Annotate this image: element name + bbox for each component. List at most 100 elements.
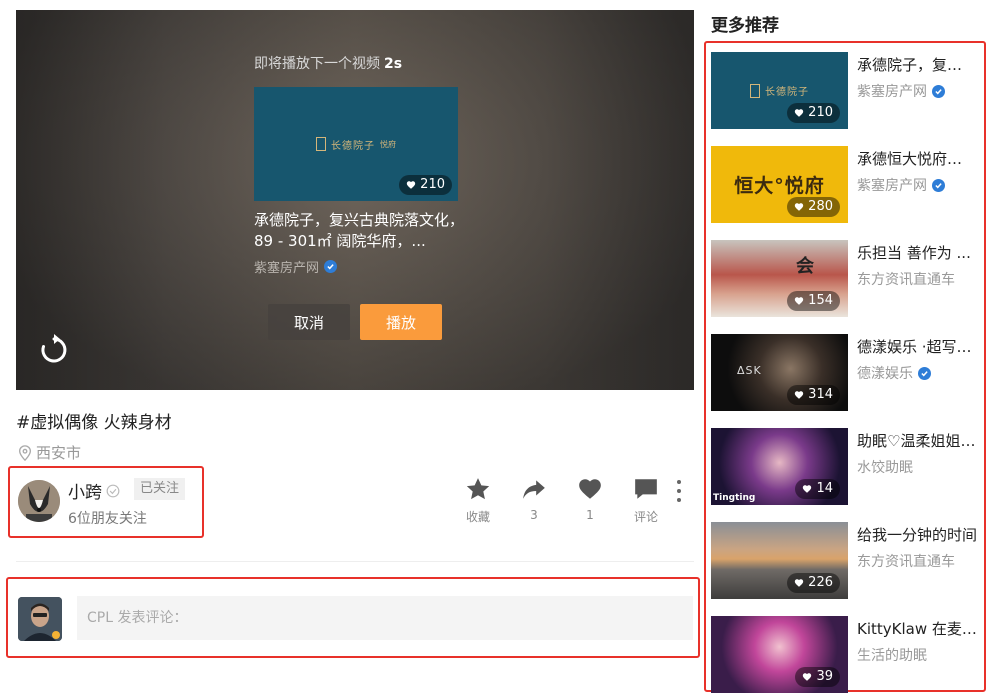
seal-icon	[750, 83, 760, 98]
comment-section	[6, 577, 700, 658]
likes-badge: 14	[795, 479, 840, 499]
recommend-thumbnail[interactable]: 长德院子 210	[711, 52, 848, 129]
more-menu-icon[interactable]	[672, 478, 686, 504]
recommend-author[interactable]: 水饺助眠	[857, 457, 913, 477]
recommend-item[interactable]: 39 KittyKlaw 在麦克风前 生活的助眠	[711, 616, 981, 694]
recommend-item[interactable]: Tingting 14 助眠♡温柔姐姐哄睡 水饺助眠	[711, 428, 981, 506]
next-video-author[interactable]: 紫塞房产网	[254, 257, 474, 276]
recommend-thumbnail[interactable]: 226	[711, 522, 848, 599]
verified-icon	[932, 84, 945, 98]
verified-icon	[918, 366, 931, 380]
divider	[16, 561, 694, 562]
next-video-author-name: 紫塞房产网	[254, 261, 320, 276]
heart-icon	[579, 479, 601, 499]
comment-label: 评论	[633, 510, 658, 524]
next-video-hint: 即将播放下一个视频 2s	[254, 54, 474, 74]
author-name[interactable]: 小跨	[68, 478, 120, 503]
recommend-item[interactable]: 长德院子 210 承德院子，复兴古典院落文化 紫塞房产网	[711, 52, 981, 130]
recommend-author[interactable]: 德漾娱乐	[857, 363, 931, 383]
likes-count: 210	[808, 105, 833, 120]
comment-icon	[635, 479, 657, 499]
recommend-item[interactable]: 会 154 乐担当 善作为 ... 东方资讯直通车	[711, 240, 981, 318]
likes-badge: 314	[787, 385, 840, 405]
verified-icon	[324, 260, 338, 273]
thumbnail-brand-text: ΔSK	[737, 364, 762, 377]
thumbnail-name-tag: Tingting	[713, 493, 756, 503]
recommend-author[interactable]: 东方资讯直通车	[857, 269, 955, 289]
recommend-author-name: 水饺助眠	[857, 460, 913, 476]
next-video-logo-text: 长德院子	[331, 140, 375, 152]
recommend-author[interactable]: 东方资讯直通车	[857, 551, 955, 571]
recommend-list: 长德院子 210 承德院子，复兴古典院落文化 紫塞房产网 恒大°悦府 280 承…	[704, 41, 986, 694]
next-video-hint-text: 即将播放下一个视频	[254, 56, 380, 72]
recommend-item[interactable]: 恒大°悦府 280 承德恒大悦府，品质生活 紫塞房产网	[711, 146, 981, 224]
thumbnail-logo: 长德院子	[750, 83, 809, 98]
author-card: 小跨 已关注 6位朋友关注	[8, 466, 204, 538]
like-count: 1	[586, 508, 594, 522]
next-video-logo-sub: 悦府	[380, 139, 396, 149]
recommend-item[interactable]: ΔSK 314 德漾娱乐 ·超写实虚拟人 德漾娱乐	[711, 334, 981, 412]
recommend-item[interactable]: 226 给我一分钟的时间 东方资讯直通车	[711, 522, 981, 600]
heart-icon	[795, 391, 804, 399]
likes-badge: 226	[787, 573, 840, 593]
next-video-panel: 即将播放下一个视频 2s 长德院子 悦府 210 承德院子，复兴古典院落文化，89…	[254, 54, 474, 276]
recommend-title[interactable]: 给我一分钟的时间	[857, 524, 977, 545]
likes-badge: 154	[787, 291, 840, 311]
recommend-author-name: 东方资讯直通车	[857, 554, 955, 570]
likes-count: 154	[808, 293, 833, 308]
friends-follow-text: 6位朋友关注	[68, 511, 147, 527]
likes-count: 14	[816, 481, 833, 496]
heart-icon	[795, 109, 804, 117]
recommend-thumbnail[interactable]: ΔSK 314	[711, 334, 848, 411]
verified-outline-icon	[106, 484, 120, 497]
next-video-logo: 长德院子 悦府	[316, 137, 396, 152]
heart-icon	[795, 203, 804, 211]
recommend-author-name: 东方资讯直通车	[857, 272, 955, 288]
likes-badge: 39	[795, 667, 840, 687]
likes-count: 226	[808, 575, 833, 590]
recommend-title[interactable]: 承德院子，复兴古典院落文化	[857, 54, 977, 75]
share-count: 3	[530, 508, 538, 522]
like-button[interactable]: 1	[562, 476, 618, 525]
next-video-likes-badge: 210	[399, 175, 452, 195]
next-video-title[interactable]: 承德院子，复兴古典院落文化，89 - 301㎡ 阔院华府，...	[254, 210, 464, 252]
heart-icon	[803, 485, 812, 493]
recommend-thumbnail[interactable]: 39	[711, 616, 848, 693]
recommend-title[interactable]: 承德恒大悦府，品质生活	[857, 148, 977, 169]
recommend-title[interactable]: KittyKlaw 在麦克风前	[857, 618, 977, 639]
location-pin-icon	[18, 444, 32, 461]
thumbnail-logo-text: 长德院子	[765, 87, 809, 98]
comment-button[interactable]: 评论	[618, 476, 674, 525]
recommend-title[interactable]: 德漾娱乐 ·超写实虚拟人	[857, 336, 977, 357]
recommend-thumbnail[interactable]: 恒大°悦府 280	[711, 146, 848, 223]
recommend-author-name: 紫塞房产网	[857, 178, 927, 194]
recommend-author[interactable]: 生活的助眠	[857, 645, 927, 665]
play-button[interactable]: 播放	[360, 304, 442, 340]
recommend-title[interactable]: 助眠♡温柔姐姐哄睡	[857, 430, 977, 451]
next-video-thumbnail[interactable]: 长德院子 悦府 210	[254, 87, 458, 201]
favorite-button[interactable]: 收藏	[450, 476, 506, 525]
next-video-likes-count: 210	[420, 177, 445, 192]
location-text: 西安市	[36, 444, 82, 462]
recommend-author[interactable]: 紫塞房产网	[857, 81, 945, 101]
recommend-thumbnail[interactable]: Tingting 14	[711, 428, 848, 505]
thumbnail-logo-text: 恒大°悦府	[734, 175, 825, 197]
video-player[interactable]: 即将播放下一个视频 2s 长德院子 悦府 210 承德院子，复兴古典院落文化，89…	[16, 10, 694, 390]
likes-count: 280	[808, 199, 833, 214]
avatar[interactable]	[18, 480, 60, 522]
follow-button[interactable]: 已关注	[134, 478, 186, 500]
cancel-button[interactable]: 取消	[268, 304, 350, 340]
recommend-author[interactable]: 紫塞房产网	[857, 175, 945, 195]
recommend-title[interactable]: 乐担当 善作为 ...	[857, 242, 977, 263]
countdown-text: 2s	[384, 56, 403, 72]
recommend-author-name: 德漾娱乐	[857, 366, 913, 382]
recommend-heading: 更多推荐	[711, 16, 779, 36]
thumbnail-sign-text: 会	[796, 256, 814, 277]
comment-input[interactable]	[77, 596, 693, 640]
share-button[interactable]: 3	[506, 476, 562, 525]
recommend-author-name: 生活的助眠	[857, 648, 927, 664]
recommend-thumbnail[interactable]: 会 154	[711, 240, 848, 317]
star-icon	[466, 478, 490, 500]
author-name-text: 小跨	[68, 483, 102, 503]
replay-icon[interactable]	[38, 334, 70, 366]
